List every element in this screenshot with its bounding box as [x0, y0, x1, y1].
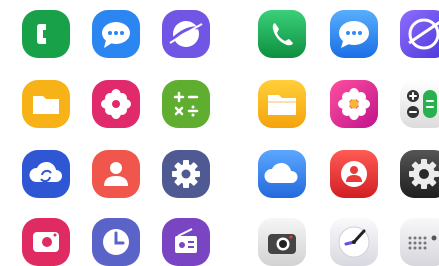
voice-recorder-icon[interactable]	[400, 218, 439, 266]
camera-icon[interactable]	[22, 218, 70, 266]
phone-icon[interactable]	[258, 10, 306, 58]
radio-icon[interactable]	[162, 218, 210, 266]
cloud-sync-icon[interactable]	[22, 150, 70, 198]
phone-icon[interactable]	[22, 10, 70, 58]
gallery-icon[interactable]	[92, 80, 140, 128]
clock-icon[interactable]	[330, 218, 378, 266]
clock-icon[interactable]	[92, 218, 140, 266]
my-files-icon[interactable]	[22, 80, 70, 128]
gallery-icon[interactable]	[330, 80, 378, 128]
internet-icon[interactable]	[400, 10, 439, 58]
my-files-icon[interactable]	[258, 80, 306, 128]
messages-icon[interactable]	[330, 10, 378, 58]
settings-icon[interactable]	[400, 150, 439, 198]
camera-icon[interactable]	[258, 218, 306, 266]
calculator-icon[interactable]	[162, 80, 210, 128]
cloud-icon[interactable]	[258, 150, 306, 198]
messages-icon[interactable]	[92, 10, 140, 58]
internet-icon[interactable]	[162, 10, 210, 58]
contacts-icon[interactable]	[92, 150, 140, 198]
calculator-icon[interactable]	[400, 80, 439, 128]
contacts-icon[interactable]	[330, 150, 378, 198]
settings-icon[interactable]	[162, 150, 210, 198]
